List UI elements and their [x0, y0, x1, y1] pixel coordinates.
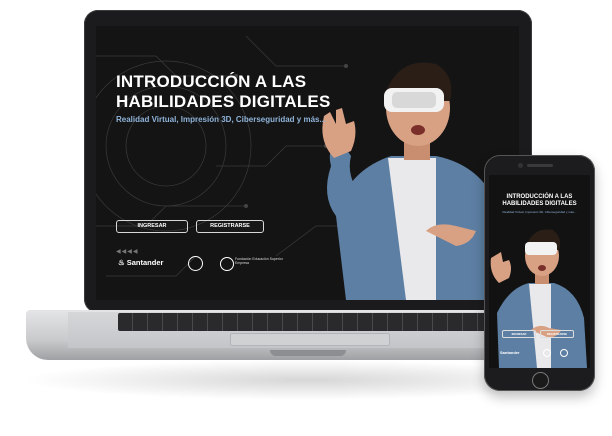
- fundacion-logo-text: Fundación Educación Superior Empresa: [235, 257, 283, 265]
- phone-hero-subtitle: Realidad Virtual, Impresión 3D, Ciberseg…: [502, 210, 577, 214]
- keyboard: [118, 313, 496, 331]
- phone-login-button[interactable]: INGRESAR: [502, 330, 536, 338]
- santander-label: Santander: [126, 258, 164, 267]
- phone-vr-person-image: [490, 229, 587, 368]
- phone-speaker: [527, 164, 553, 167]
- register-button[interactable]: REGISTRARSE: [196, 220, 264, 233]
- partner-logo-icon: [188, 256, 203, 271]
- santander-flame-icon: ♨: [118, 258, 125, 267]
- phone-hero-title: INTRODUCCIÓN A LAS HABILIDADES DIGITALES: [502, 194, 577, 207]
- hero-subtitle: Realidad Virtual, Impresión 3D, Ciberseg…: [116, 115, 327, 124]
- hero-title: INTRODUCCIÓN A LAS HABILIDADES DIGITALES: [116, 72, 331, 111]
- laptop-notch: [270, 350, 346, 356]
- phone-home-button[interactable]: [532, 372, 549, 389]
- santander-logo: ♨ Santander: [118, 258, 163, 267]
- phone-register-button[interactable]: REGISTRARSE: [540, 330, 574, 338]
- fundacion-logo-icon: [220, 257, 234, 271]
- phone-camera: [518, 163, 523, 168]
- laptop-screen: INTRODUCCIÓN A LAS HABILIDADES DIGITALES…: [96, 26, 519, 300]
- phone-fundacion-logo-icon: [560, 349, 568, 357]
- phone-santander-logo: Santander: [500, 350, 520, 355]
- arrows-icon: ◀◀◀◀: [116, 249, 139, 255]
- trackpad: [230, 333, 390, 346]
- login-button[interactable]: INGRESAR: [116, 220, 188, 233]
- phone-partner-logo-icon: [543, 349, 551, 357]
